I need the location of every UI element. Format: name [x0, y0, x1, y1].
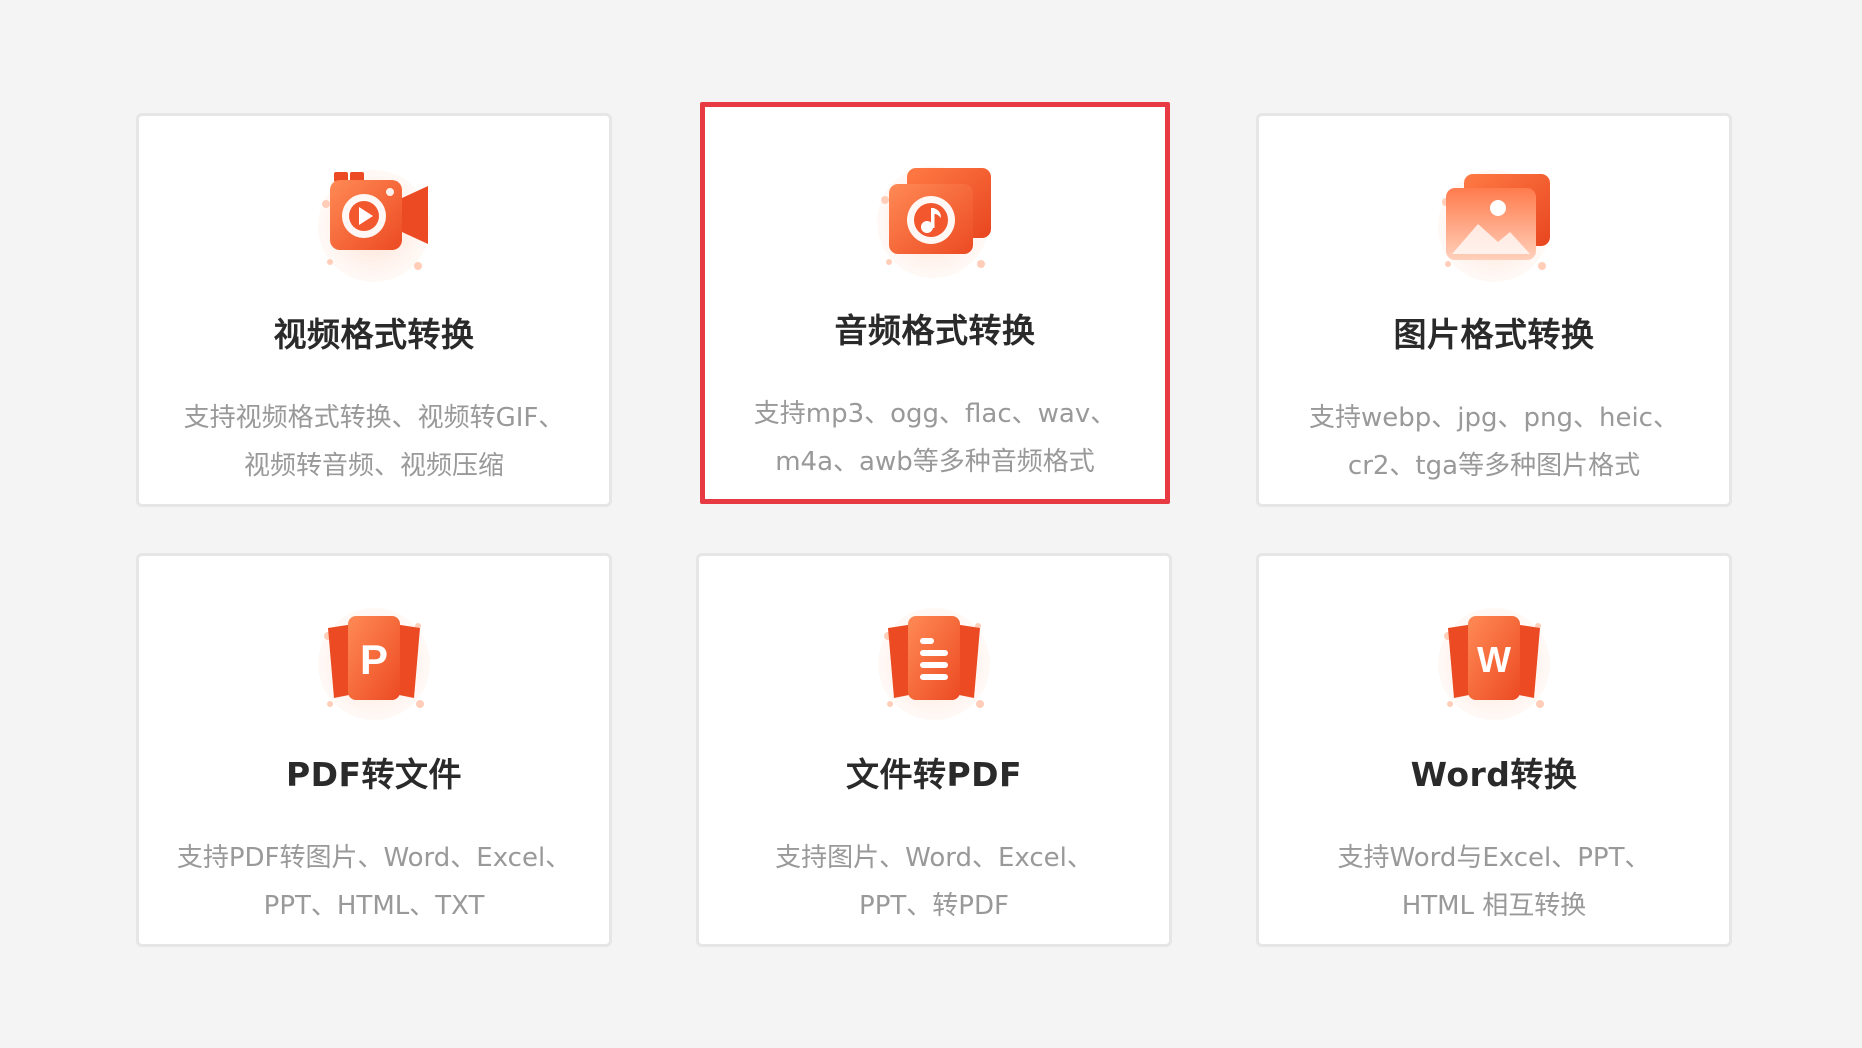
card-video-convert[interactable]: 视频格式转换 支持视频格式转换、视频转GIF、 视频转音频、视频压缩	[136, 113, 612, 507]
card-image-convert[interactable]: 图片格式转换 支持webp、jpg、png、heic、 cr2、tga等多种图片…	[1256, 113, 1732, 507]
card-description: 支持webp、jpg、png、heic、 cr2、tga等多种图片格式	[1281, 394, 1707, 490]
card-description-line: PPT、HTML、TXT	[263, 891, 485, 921]
card-description-line: m4a、awb等多种音频格式	[775, 447, 1095, 477]
svg-text:W: W	[1477, 639, 1511, 680]
card-description-line: 支持PDF转图片、Word、Excel、	[176, 843, 572, 873]
card-description: 支持图片、Word、Excel、 PPT、转PDF	[721, 834, 1147, 930]
card-file-to-pdf[interactable]: 文件转PDF 支持图片、Word、Excel、 PPT、转PDF	[696, 553, 1172, 947]
card-description: 支持mp3、ogg、flac、wav、 m4a、awb等多种音频格式	[727, 390, 1143, 486]
card-description-line: HTML 相互转换	[1401, 891, 1587, 921]
card-description-line: PPT、转PDF	[859, 891, 1009, 921]
document-lines-icon	[866, 594, 1002, 730]
card-description-line: 支持mp3、ogg、flac、wav、	[753, 399, 1117, 429]
card-pdf-to-file[interactable]: P PDF转文件 支持PDF转图片、Word、Excel、 PPT、HTML、T…	[136, 553, 612, 947]
svg-text:P: P	[360, 636, 388, 683]
card-description-line: 视频转音频、视频压缩	[243, 451, 504, 481]
card-description: 支持视频格式转换、视频转GIF、 视频转音频、视频压缩	[161, 394, 587, 490]
card-title: Word转换	[1410, 755, 1578, 794]
card-description: 支持PDF转图片、Word、Excel、 PPT、HTML、TXT	[161, 834, 587, 930]
video-camera-icon	[306, 154, 442, 290]
card-description: 支持Word与Excel、PPT、 HTML 相互转换	[1281, 834, 1707, 930]
card-title: 图片格式转换	[1393, 315, 1595, 354]
card-title: 音频格式转换	[834, 311, 1036, 350]
word-w-icon: W	[1426, 594, 1562, 730]
card-description-line: cr2、tga等多种图片格式	[1347, 451, 1641, 481]
card-audio-convert[interactable]: 音频格式转换 支持mp3、ogg、flac、wav、 m4a、awb等多种音频格…	[700, 102, 1170, 504]
card-description-line: 支持webp、jpg、png、heic、	[1309, 403, 1679, 433]
card-description-line: 支持Word与Excel、PPT、	[1337, 843, 1651, 873]
card-title: 视频格式转换	[273, 315, 475, 354]
card-description-line: 支持图片、Word、Excel、	[775, 843, 1093, 873]
card-title: PDF转文件	[285, 755, 463, 794]
image-icon	[1426, 154, 1562, 290]
card-title: 文件转PDF	[845, 755, 1023, 794]
card-word-convert[interactable]: W Word转换 支持Word与Excel、PPT、 HTML 相互转换	[1256, 553, 1732, 947]
card-description-line: 支持视频格式转换、视频转GIF、	[183, 403, 565, 433]
powerpoint-p-icon: P	[306, 594, 442, 730]
audio-note-icon	[867, 152, 1003, 288]
